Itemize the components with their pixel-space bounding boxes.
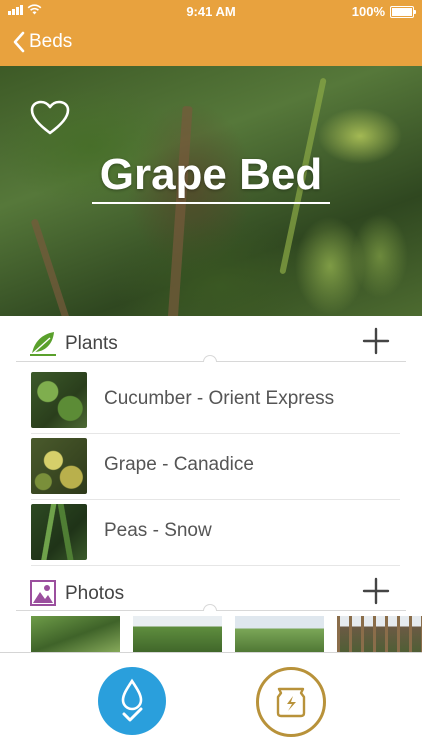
fertilizer-bag-icon bbox=[276, 687, 306, 718]
divider-handle bbox=[203, 604, 217, 611]
plant-thumbnail bbox=[31, 372, 87, 428]
fertilize-button[interactable] bbox=[256, 667, 326, 737]
photo-thumbnail[interactable] bbox=[337, 616, 422, 652]
water-button[interactable] bbox=[98, 667, 166, 735]
photo-icon bbox=[30, 580, 56, 606]
plant-thumbnail bbox=[31, 438, 87, 494]
add-plant-button[interactable] bbox=[362, 327, 390, 355]
chevron-left-icon bbox=[13, 31, 25, 53]
battery-icon bbox=[390, 5, 416, 18]
row-separator bbox=[31, 565, 400, 566]
photo-thumbnail[interactable] bbox=[133, 616, 222, 652]
divider-handle bbox=[203, 355, 217, 362]
back-button[interactable]: Beds bbox=[12, 31, 72, 53]
back-label: Beds bbox=[29, 31, 73, 52]
add-photo-button[interactable] bbox=[362, 577, 390, 605]
photo-strip bbox=[0, 616, 422, 652]
bed-hero-image: Grape Bed bbox=[0, 66, 422, 316]
plant-name: Peas - Snow bbox=[104, 520, 212, 541]
plants-section-title: Plants bbox=[65, 333, 118, 354]
water-drop-check-icon bbox=[121, 678, 143, 722]
plant-thumbnail bbox=[31, 504, 87, 560]
photo-thumbnail[interactable] bbox=[235, 616, 324, 652]
bed-title[interactable]: Grape Bed bbox=[0, 150, 422, 200]
bottom-toolbar bbox=[0, 652, 422, 751]
nav-bar: Beds bbox=[0, 22, 422, 66]
photo-thumbnail[interactable] bbox=[31, 616, 120, 652]
plant-name: Grape - Canadice bbox=[104, 454, 254, 475]
leaf-icon bbox=[30, 332, 56, 356]
title-underline bbox=[92, 202, 330, 204]
status-bar: 9:41 AM 100% bbox=[0, 0, 422, 22]
plant-name: Cucumber - Orient Express bbox=[104, 388, 335, 409]
plant-row[interactable]: Peas - Snow bbox=[0, 499, 422, 565]
plant-row[interactable]: Grape - Canadice bbox=[0, 433, 422, 499]
heart-icon[interactable] bbox=[30, 100, 70, 136]
plant-row[interactable]: Cucumber - Orient Express bbox=[0, 367, 422, 433]
photos-section-title: Photos bbox=[65, 583, 125, 604]
battery-percent: 100% bbox=[351, 4, 385, 19]
